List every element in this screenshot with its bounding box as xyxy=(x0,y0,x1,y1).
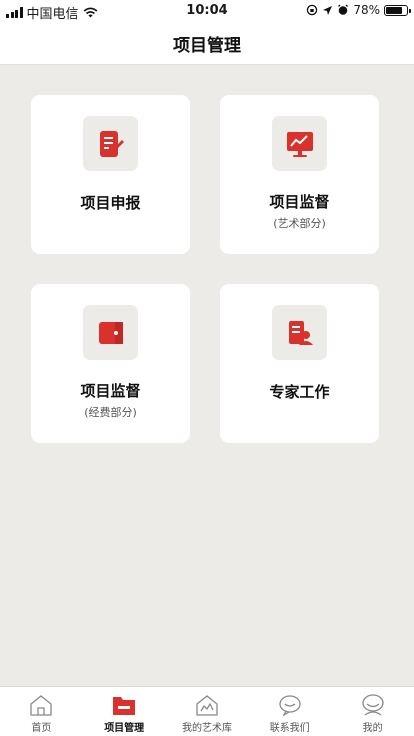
card-budget-supervision[interactable]: 项目监督 (经费部分) xyxy=(31,284,190,443)
tab-home[interactable]: 首页 xyxy=(0,687,83,736)
tab-project-management[interactable]: 项目管理 xyxy=(83,687,166,736)
battery-percent: 78% xyxy=(353,3,380,17)
tab-label: 联系我们 xyxy=(269,723,310,734)
status-bar: 中国电信 10:04 78% xyxy=(0,0,414,22)
card-expert-work[interactable]: 专家工作 xyxy=(220,284,379,443)
card-title: 专家工作 xyxy=(269,383,330,401)
card-project-application[interactable]: 项目申报 xyxy=(31,95,190,254)
expert-document-icon xyxy=(272,305,327,360)
card-title: 项目监督 xyxy=(80,382,141,400)
orientation-lock-icon xyxy=(307,4,318,16)
folder-icon xyxy=(111,693,137,717)
wallet-icon xyxy=(83,305,138,360)
tab-contact-us[interactable]: 联系我们 xyxy=(248,687,331,736)
art-library-icon xyxy=(194,693,220,717)
status-right: 78% xyxy=(306,3,411,17)
tab-profile[interactable]: 我的 xyxy=(331,687,414,736)
location-icon xyxy=(323,5,333,15)
tab-art-library[interactable]: 我的艺术库 xyxy=(166,687,249,736)
trend-monitor-icon xyxy=(272,116,327,171)
tab-label: 项目管理 xyxy=(104,723,145,734)
alarm-icon xyxy=(338,4,349,15)
card-subtitle: (经费部分) xyxy=(84,406,137,419)
nav-bar: 项目管理 xyxy=(0,22,414,65)
tab-label: 首页 xyxy=(31,723,52,734)
card-title: 项目监督 xyxy=(269,193,330,211)
battery-fill xyxy=(386,6,402,14)
chat-icon xyxy=(277,693,303,717)
tab-label: 我的艺术库 xyxy=(181,723,232,734)
home-icon xyxy=(28,693,54,717)
tab-bar: 首页 项目管理 我的艺术库 联系我们 我的 xyxy=(0,686,414,736)
battery-icon xyxy=(384,4,411,16)
page-title: 项目管理 xyxy=(173,35,241,56)
card-title: 项目申报 xyxy=(80,194,141,212)
card-art-supervision[interactable]: 项目监督 (艺术部分) xyxy=(220,95,379,254)
report-document-icon xyxy=(83,116,138,171)
tab-label: 我的 xyxy=(362,723,383,734)
card-subtitle: (艺术部分) xyxy=(273,217,326,230)
profile-icon xyxy=(360,693,386,717)
